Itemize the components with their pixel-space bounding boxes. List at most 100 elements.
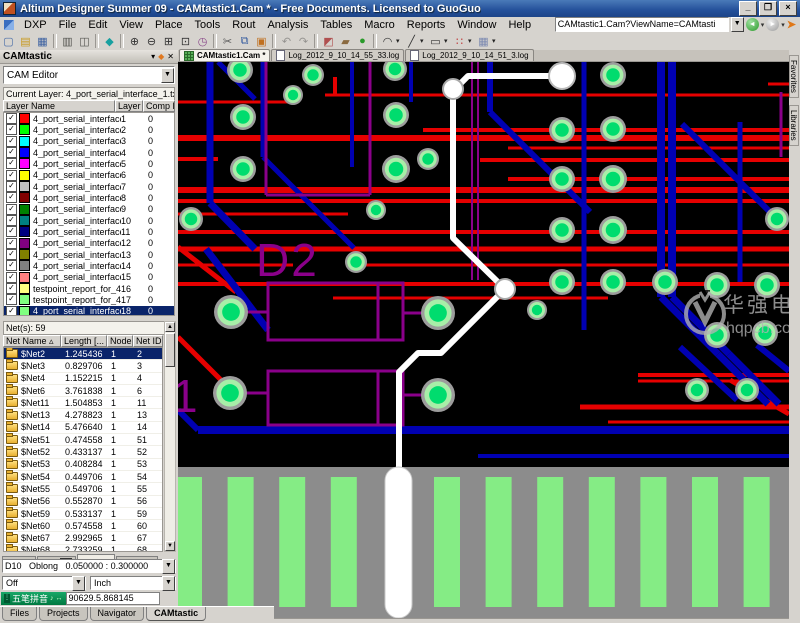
menu-edit[interactable]: Edit (82, 19, 113, 31)
layer-visible-checkbox[interactable]: ✓ (6, 136, 17, 147)
layer-color-swatch[interactable] (19, 238, 30, 249)
minimize-button[interactable]: _ (739, 1, 757, 16)
net-length-header[interactable]: Length [... (61, 335, 107, 347)
paste-icon[interactable]: ▣ (253, 33, 270, 49)
net-row[interactable]: $Net41.15221514 (4, 373, 162, 385)
dxp-home-icon[interactable]: ➤ (787, 18, 796, 31)
menu-dxp[interactable]: DXP (18, 19, 53, 31)
net-row[interactable]: $Net21.24543612 (4, 348, 162, 360)
layer-row[interactable]: ✓4_port_serial_interface_110 (4, 226, 174, 237)
layer-visible-checkbox[interactable]: ✓ (6, 204, 17, 215)
scroll-down-icon[interactable]: ▼ (165, 541, 175, 551)
doc-tab[interactable]: CAMtastic1.Cam * (179, 49, 270, 61)
net-name-header[interactable]: Net Name ▵ (3, 335, 61, 347)
layer-row[interactable]: ✓4_port_serial_interface_10 (4, 113, 174, 124)
tab-libraries[interactable]: Libraries (789, 105, 799, 146)
workspace-tab-files[interactable]: Files (2, 607, 37, 621)
document-path-combo-arrow[interactable]: ▼ (731, 17, 744, 32)
query-tool-dropdown-arrow[interactable]: ▾ (468, 37, 475, 45)
layer-color-swatch[interactable] (19, 260, 30, 271)
redo-icon[interactable]: ↷ (295, 33, 312, 49)
zoom-all-icon[interactable]: ⊡ (177, 33, 194, 49)
layer-visible-checkbox[interactable]: ✓ (6, 272, 17, 283)
workspace-tab-projects[interactable]: Projects (39, 607, 88, 621)
open-document-icon[interactable]: ▤ (17, 33, 34, 49)
doc-tab[interactable]: Log_2012_9_10_14_55_33.log (271, 49, 404, 61)
line-tool-dropdown-arrow[interactable]: ▾ (420, 37, 427, 45)
comp-flag-header[interactable]: Comp Flag (143, 100, 175, 112)
layer-color-swatch[interactable] (19, 181, 30, 192)
pcb-canvas-area[interactable]: D2 1 华强电路 hqpcb.com (178, 62, 789, 623)
layer-visible-checkbox[interactable]: ✓ (6, 181, 17, 192)
layer-color-swatch[interactable] (19, 272, 30, 283)
layer-row[interactable]: ✓4_port_serial_interface_90 (4, 204, 174, 215)
doc-tab[interactable]: Log_2012_9_10_14_51_3.log (405, 49, 533, 61)
layer-row[interactable]: ✓4_port_serial_interface_150 (4, 272, 174, 283)
net-row[interactable]: $Net550.549706155 (4, 483, 162, 495)
layer-visible-checkbox[interactable]: ✓ (6, 238, 17, 249)
restore-button[interactable]: ❐ (759, 1, 777, 16)
menu-help[interactable]: Help (502, 19, 537, 31)
menu-tables[interactable]: Tables (314, 19, 358, 31)
net-row[interactable]: $Net530.408284153 (4, 459, 162, 471)
layer-mode-combo-arrow[interactable]: ▼ (72, 576, 85, 591)
net-row[interactable]: $Net30.82970613 (4, 360, 162, 372)
layer-row[interactable]: ✓4_port_serial_interface_130 (4, 249, 174, 260)
tab-favorites[interactable]: Favorites (789, 55, 799, 98)
layer-row[interactable]: ✓4_port_serial_interface_70 (4, 181, 174, 192)
arc-tool-icon[interactable]: ◠ (379, 33, 396, 49)
net-row[interactable]: $Net672.992965167 (4, 532, 162, 544)
menu-view[interactable]: View (113, 19, 149, 31)
layer-row[interactable]: ✓4_port_serial_interface_180 (4, 306, 174, 316)
grid-tool-icon[interactable]: ▦ (475, 33, 492, 49)
layer-visible-checkbox[interactable]: ✓ (6, 113, 17, 124)
pad-tool-icon[interactable]: ▰ (337, 33, 354, 49)
layer-color-swatch[interactable] (19, 136, 30, 147)
menu-window[interactable]: Window (451, 19, 502, 31)
pcb-canvas[interactable]: D2 1 华强电路 hqpcb.com (178, 62, 789, 623)
back-dropdown-arrow[interactable]: ▾ (761, 21, 765, 29)
layer-color-swatch[interactable] (19, 249, 30, 260)
net-node-header[interactable]: Node ... (107, 335, 133, 347)
close-button[interactable]: × (779, 1, 797, 16)
layer-row[interactable]: ✓testpoint_report_for_4_160 (4, 283, 174, 294)
layer-mode-combo[interactable]: Off ▼ (2, 576, 86, 590)
zoom-out-icon[interactable]: ⊖ (143, 33, 160, 49)
layer-visible-checkbox[interactable]: ✓ (6, 283, 17, 294)
layer-no-header[interactable]: Layer No (115, 100, 143, 112)
net-row[interactable]: $Net111.504853111 (4, 397, 162, 409)
panel-menu-arrow-icon[interactable]: ▾ (151, 52, 155, 62)
layer-visible-checkbox[interactable]: ✓ (6, 306, 17, 316)
navigate-forward-button[interactable]: ► (766, 18, 779, 31)
line-tool-icon[interactable]: ╱ (403, 33, 420, 49)
net-row[interactable]: $Net63.76183816 (4, 385, 162, 397)
units-combo-arrow[interactable]: ▼ (162, 576, 175, 591)
menu-rout[interactable]: Rout (226, 19, 261, 31)
layer-visible-checkbox[interactable]: ✓ (6, 192, 17, 203)
zoom-window-icon[interactable]: ⊞ (160, 33, 177, 49)
layer-color-swatch[interactable] (19, 306, 30, 316)
ime-toggle-icon[interactable]: ↔ (56, 595, 63, 602)
new-document-icon[interactable]: ▢ (0, 33, 17, 49)
document-path-combo[interactable]: CAMtastic1.Cam?ViewName=CAMtasti (555, 17, 729, 32)
menu-reports[interactable]: Reports (401, 19, 452, 31)
layer-color-swatch[interactable] (19, 158, 30, 169)
query-tool-icon[interactable]: ∷ (451, 33, 468, 49)
layer-row[interactable]: ✓testpoint_report_for_4_170 (4, 294, 174, 305)
layer-visible-checkbox[interactable]: ✓ (6, 170, 17, 181)
layer-name-header[interactable]: Layer Name (3, 100, 115, 112)
print-icon[interactable]: ▥ (59, 33, 76, 49)
layer-visible-checkbox[interactable]: ✓ (6, 147, 17, 158)
editor-select-arrow[interactable]: ▼ (161, 68, 174, 83)
layer-row[interactable]: ✓4_port_serial_interface_100 (4, 215, 174, 226)
layer-color-swatch[interactable] (19, 283, 30, 294)
layer-row[interactable]: ✓4_port_serial_interface_40 (4, 147, 174, 158)
ime-chip[interactable]: ⋮ 五笔拼音 ♪ ↔ (1, 592, 66, 605)
layer-color-swatch[interactable] (19, 147, 30, 158)
layer-color-swatch[interactable] (19, 192, 30, 203)
rectangle-tool-dropdown-arrow[interactable]: ▾ (444, 37, 451, 45)
layer-row[interactable]: ✓4_port_serial_interface_20 (4, 124, 174, 135)
net-row[interactable]: $Net520.433137152 (4, 446, 162, 458)
net-row[interactable]: $Net540.449706154 (4, 471, 162, 483)
dcode-combo-arrow[interactable]: ▼ (162, 559, 175, 574)
